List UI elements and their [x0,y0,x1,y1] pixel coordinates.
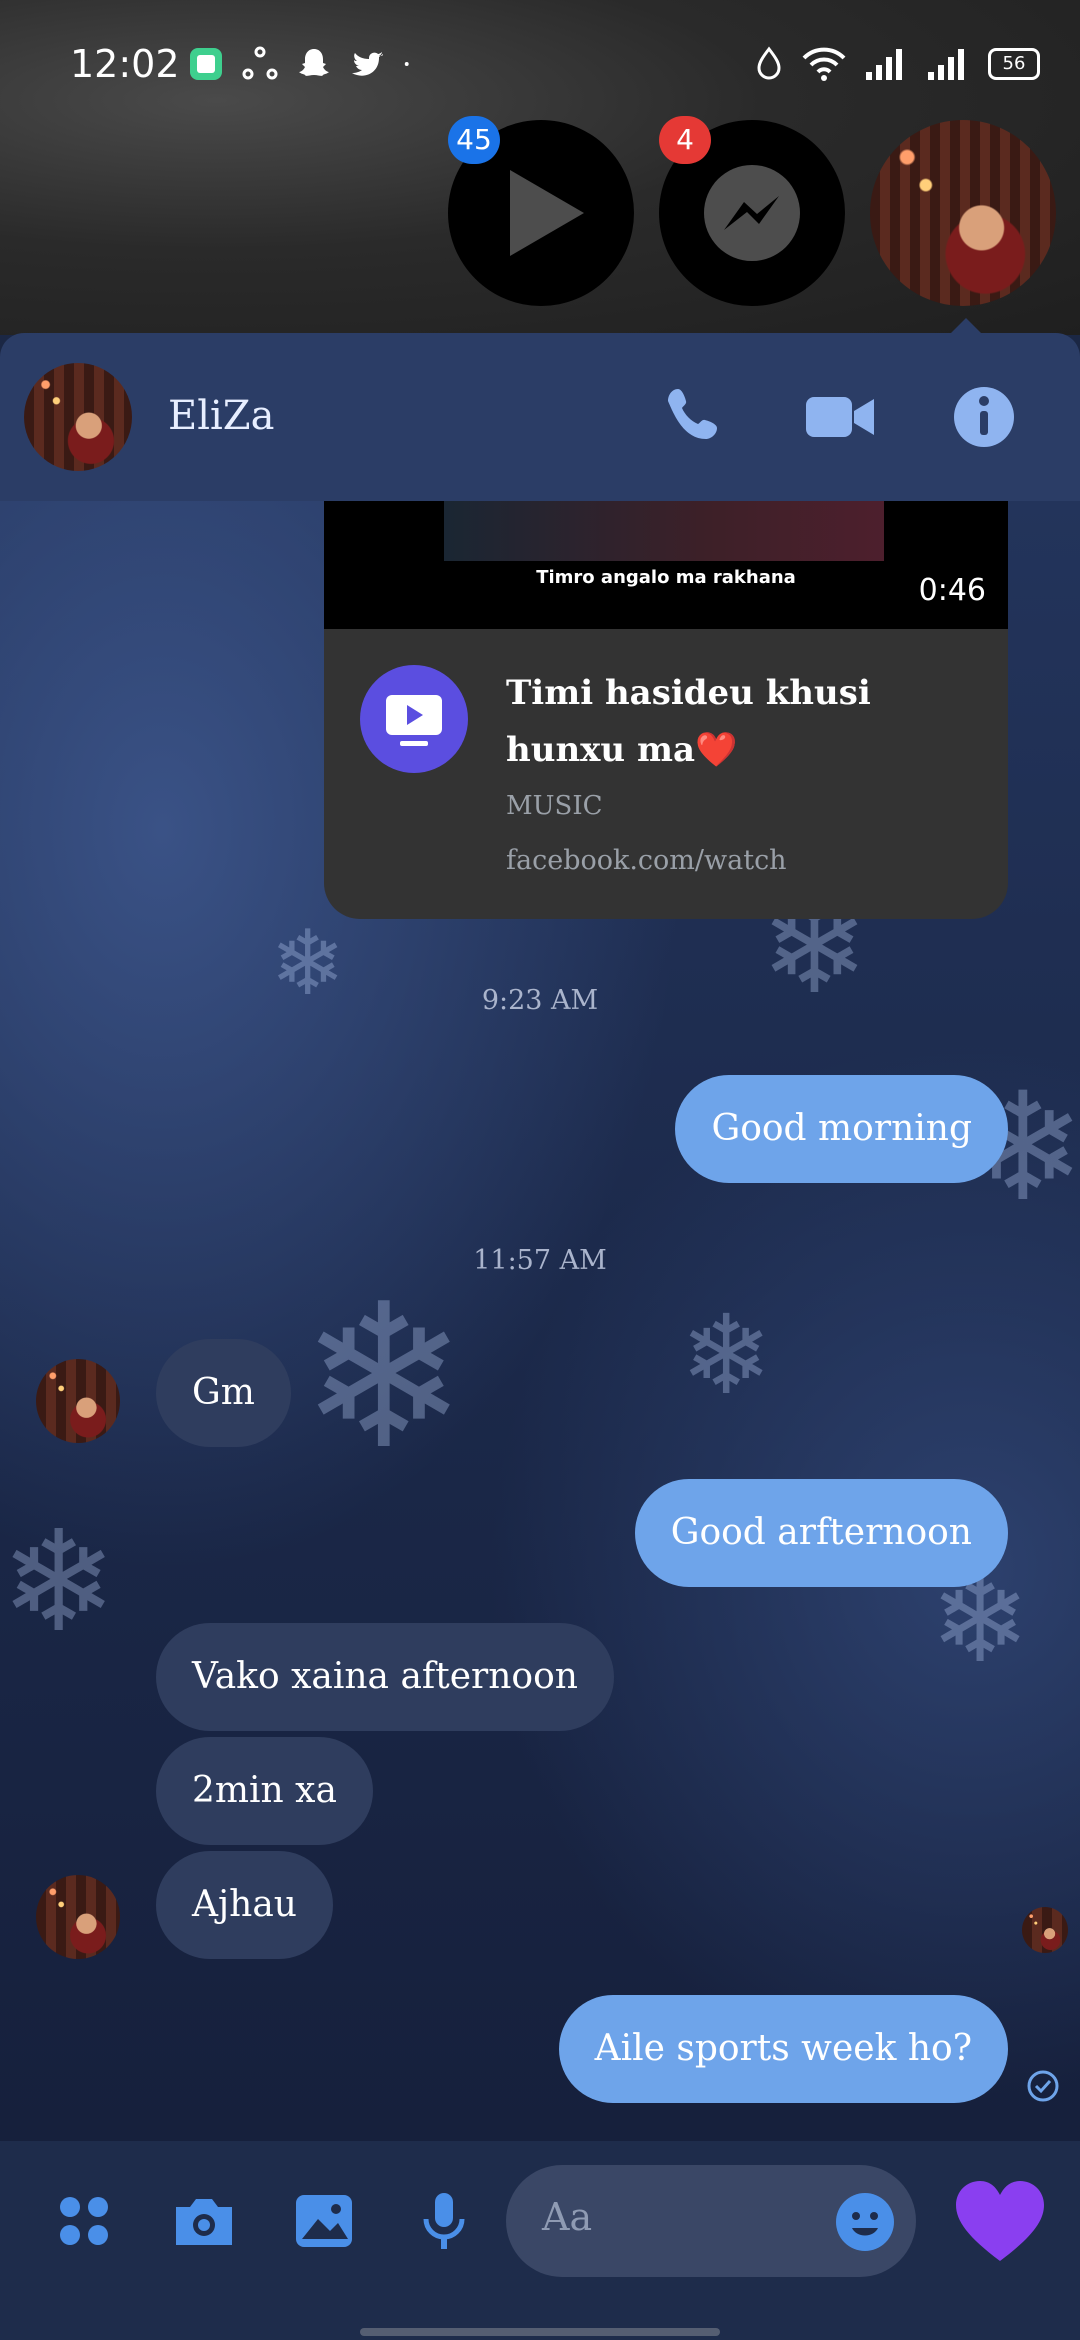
notification-icons [188,46,418,82]
home-indicator[interactable] [360,2328,720,2336]
contact-avatar[interactable] [24,363,132,471]
status-time: 12:02 [70,42,180,86]
twitter-icon [352,52,383,76]
heart-icon[interactable] [950,2173,1050,2273]
timestamp: 9:23 AM [481,985,599,1016]
video-url[interactable]: facebook.com/watch [506,845,787,876]
battery-indicator: 56 [988,48,1040,80]
video-thumbnail[interactable]: Timro angalo ma rakhana 0:46 [324,501,1008,629]
outgoing-message[interactable]: Good arfternoon [634,1479,1008,1587]
incoming-message[interactable]: Ajhau [156,1851,333,1959]
message-thread[interactable]: ❄ ❄ ❄ ❄ ❄ ❄ ❄ Timro angalo ma rakhana 0:… [0,501,1080,2141]
badge-count: 45 [448,116,500,164]
wifi-icon [802,47,846,81]
data-saver-icon [757,46,781,80]
badge-count: 4 [659,116,711,164]
snapchat-icon [299,49,329,76]
chat-head-messenger[interactable]: 4 [659,116,845,306]
sender-avatar[interactable] [36,1359,120,1443]
chat-head-video[interactable]: 45 [448,116,634,306]
chat-head-eliza-avatar[interactable] [870,120,1056,306]
system-icons: 56 [754,46,1040,82]
video-caption: Timro angalo ma rakhana [536,567,796,588]
dot-icon [404,62,409,66]
video-frame [444,501,884,561]
apps-icon[interactable] [48,2185,120,2257]
gallery-app-icon [190,48,222,80]
sender-avatar[interactable] [36,1875,120,1959]
snowflake-decoration: ❄ [680,1291,773,1419]
camera-icon[interactable] [168,2185,240,2257]
info-icon[interactable] [944,377,1024,457]
status-bar: 12:02 56 [0,40,1080,100]
signal-icon [866,49,902,80]
top-overlay: 12:02 56 45 4 [0,0,1080,335]
gallery-icon[interactable] [288,2185,360,2257]
message-input[interactable]: Aa [506,2165,916,2277]
conversation-header: EliZa [0,333,1080,501]
message-input-placeholder: Aa [542,2195,593,2239]
share-icon [242,46,278,80]
video-camera-icon[interactable] [800,377,880,457]
composer-bar: Aa [0,2141,1080,2340]
contact-name[interactable]: EliZa [168,393,274,439]
shared-video-card[interactable]: Timro angalo ma rakhana 0:46 Timi haside… [324,501,1008,919]
timestamp: 11:57 AM [473,1245,607,1276]
emoji-icon[interactable] [834,2191,896,2253]
signal-icon [928,49,964,80]
outgoing-message[interactable]: Good morning [675,1075,1008,1183]
outgoing-message[interactable]: Aile sports week ho? [558,1995,1008,2103]
seen-receipt-avatar [1022,1907,1068,1953]
snowflake-decoration: ❄ [300,1261,468,1494]
video-duration: 0:46 [918,573,986,608]
microphone-icon[interactable] [408,2185,480,2257]
watch-icon [360,665,468,773]
incoming-message[interactable]: Gm [156,1339,291,1447]
incoming-message[interactable]: 2min xa [156,1737,373,1845]
video-category: MUSIC [506,791,603,821]
delivered-check-icon [1027,2070,1059,2102]
snowflake-decoration: ❄ [0,1501,118,1664]
incoming-message[interactable]: Vako xaina afternoon [156,1623,614,1731]
phone-icon[interactable] [656,377,736,457]
video-title: Timi hasideu khusi hunxu ma❤️ [506,673,871,770]
